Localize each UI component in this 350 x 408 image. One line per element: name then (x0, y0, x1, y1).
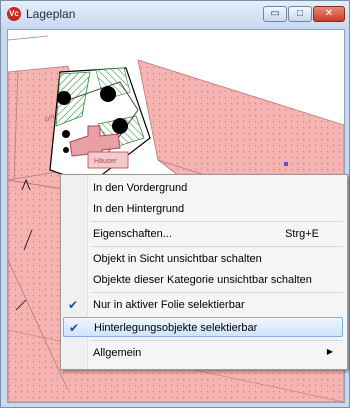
menu-item-send-to-back[interactable]: In den Hintergrund (63, 199, 343, 219)
menu-separator (91, 340, 343, 341)
menu-item-label: Nur in aktiver Folie selektierbar (93, 299, 245, 311)
menu-item-label: Eigenschaften... (93, 228, 172, 240)
menu-item-bring-to-front[interactable]: In den Vordergrund (63, 178, 343, 198)
menu-item-hide-category[interactable]: Objekte dieser Kategorie unsichtbar scha… (63, 270, 343, 290)
maximize-button[interactable]: □ (288, 6, 312, 22)
check-icon: ✔ (69, 321, 80, 335)
check-icon: ✔ (68, 298, 79, 312)
app-logo-icon: Vc (7, 7, 21, 21)
minimize-button[interactable]: ▭ (263, 6, 287, 22)
menu-item-label: Objekt in Sicht unsichtbar schalten (93, 253, 262, 265)
menu-separator (91, 221, 343, 222)
maximize-icon: □ (296, 8, 304, 19)
window-title: Lageplan (26, 7, 76, 21)
menu-separator (91, 246, 343, 247)
menu-item-label: In den Hintergrund (93, 203, 185, 215)
menu-item-hide-object[interactable]: Objekt in Sicht unsichtbar schalten (63, 249, 343, 269)
close-button[interactable]: ✕ (313, 6, 345, 22)
minimize-icon: ▭ (270, 8, 280, 19)
menu-item-background-objects-selectable[interactable]: ✔ Hinterlegungsobjekte selektierbar (63, 317, 343, 337)
menu-item-properties[interactable]: Eigenschaften... Strg+E (63, 224, 343, 244)
building-label: Häuser (94, 158, 117, 165)
menu-item-shortcut: Strg+E (285, 228, 319, 240)
menu-item-general[interactable]: Allgemein ▶ (63, 343, 343, 363)
context-menu: In den Vordergrund In den Hintergrund Ei… (60, 174, 348, 370)
menu-item-label: In den Vordergrund (93, 182, 188, 194)
menu-item-label: Allgemein (93, 347, 142, 359)
menu-item-active-layer-only[interactable]: ✔ Nur in aktiver Folie selektierbar (63, 295, 343, 315)
menu-item-label: Hinterlegungsobjekte selektierbar (94, 322, 258, 334)
menu-separator (91, 292, 343, 293)
submenu-arrow-icon: ▶ (326, 347, 333, 356)
menu-item-label: Objekte dieser Kategorie unsichtbar scha… (93, 274, 312, 286)
close-icon: ✕ (324, 8, 334, 19)
title-bar[interactable]: Vc Lageplan ▭ □ ✕ (1, 1, 349, 27)
